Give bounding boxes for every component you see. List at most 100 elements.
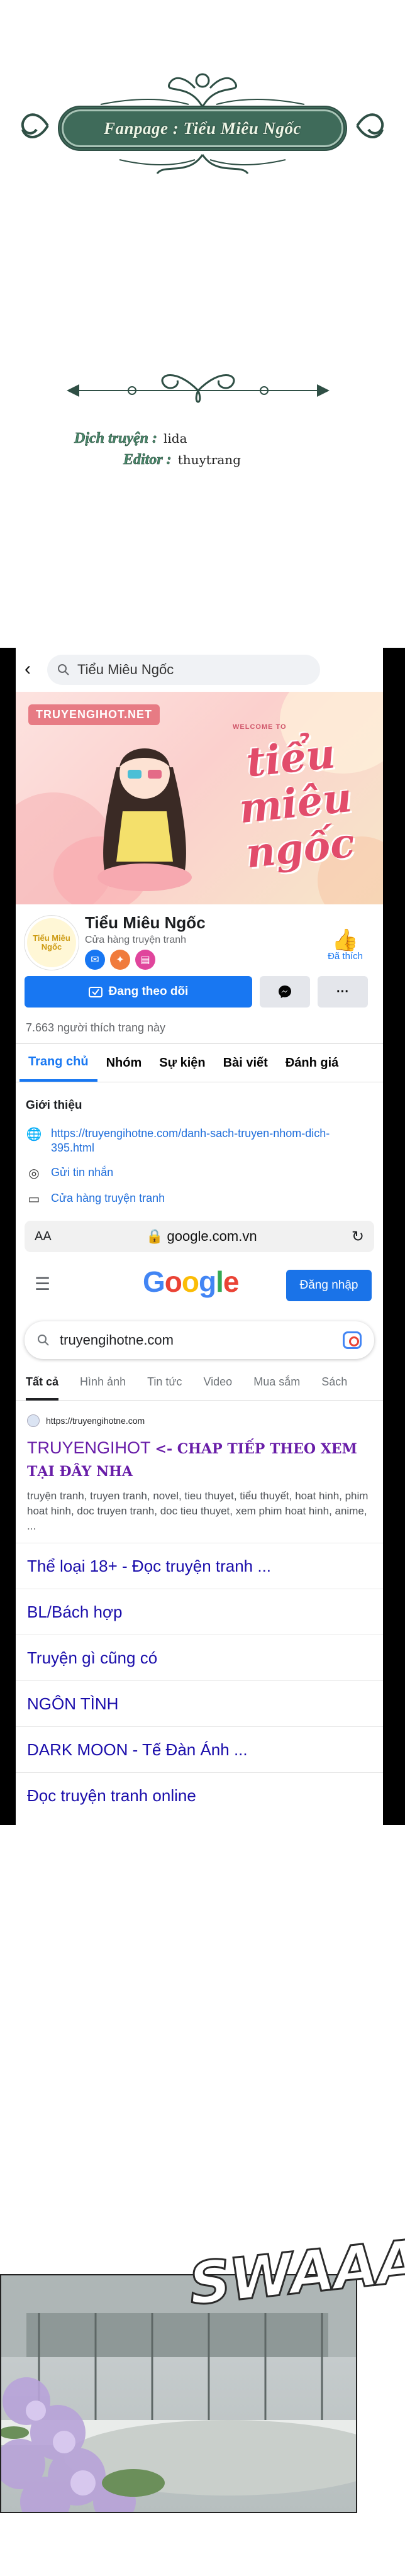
- phone-screen: ‹ Tiểu Miêu Ngốc TRUYENGIHOT.NET WELCOME…: [16, 648, 383, 1825]
- ornament-right-icon: [356, 113, 384, 138]
- google-tabs: Tất cả Hình ảnh Tin tức Video Mua sắm Sá…: [16, 1375, 383, 1401]
- translator-name: lida: [164, 431, 187, 446]
- ornament-left-icon: [21, 113, 49, 138]
- follow-label: Đang theo dõi: [108, 985, 189, 998]
- facebook-topbar: ‹ Tiểu Miêu Ngốc: [16, 648, 383, 692]
- editor-name: thuytrang: [177, 452, 241, 467]
- tab-video[interactable]: Video: [203, 1375, 232, 1400]
- category-link[interactable]: Cửa hàng truyện tranh: [51, 1191, 165, 1206]
- editor-label: Editor :: [123, 452, 172, 469]
- fanpage-plate: Fanpage : Tiểu Miêu Ngốc: [58, 106, 347, 151]
- menu-icon[interactable]: ☰: [35, 1274, 50, 1294]
- page-category: Cửa hàng truyện tranh: [85, 935, 187, 945]
- sitelink[interactable]: NGÔN TÌNH: [16, 1680, 383, 1726]
- tab-shopping[interactable]: Mua sắm: [253, 1375, 300, 1400]
- google-lens-icon[interactable]: [343, 1331, 362, 1349]
- follow-check-icon: [88, 987, 103, 997]
- send-message-link[interactable]: Gửi tin nhắn: [51, 1165, 113, 1180]
- search-result: https://truyengihotne.com TRUYENGIHOT <-…: [16, 1401, 383, 1534]
- editor-credit: Editor : thuytrang: [123, 452, 241, 469]
- cover-title: tiểu miêu ngốc: [236, 730, 357, 878]
- cover-site-tag: TRUYENGIHOT.NET: [28, 704, 160, 725]
- like-label: Đã thích: [328, 951, 363, 962]
- tab-books[interactable]: Sách: [321, 1375, 347, 1400]
- website-link[interactable]: https://truyengihotne.com/danh-sach-truy…: [51, 1126, 373, 1155]
- translator-credit: Dịch truyện : lida: [74, 430, 187, 447]
- result-title-text: TRUYENGIHOT: [27, 1438, 151, 1457]
- page-badges: ✉ ✦ ▤: [85, 950, 155, 970]
- ornament-bottom-icon: [119, 154, 286, 174]
- messenger-button[interactable]: [260, 976, 310, 1008]
- page-avatar[interactable]: Tiểu Miêu Ngốc: [25, 916, 79, 970]
- facebook-search-input[interactable]: Tiểu Miêu Ngốc: [47, 655, 320, 685]
- search-icon: [38, 1335, 49, 1346]
- url-text: google.com.vn: [167, 1228, 257, 1244]
- result-title[interactable]: TRUYENGIHOT <- CHAP TIẾP THEO XEM TẠI ĐÂ…: [27, 1437, 372, 1482]
- messenger-icon: [279, 985, 291, 998]
- lock-icon: 🔒: [145, 1228, 164, 1244]
- action-buttons: Đang theo dõi ···: [16, 974, 383, 1008]
- tab-all[interactable]: Tất cả: [26, 1375, 59, 1401]
- favicon-icon: [27, 1414, 40, 1427]
- tab-groups[interactable]: Nhóm: [97, 1044, 151, 1082]
- search-query: Tiểu Miêu Ngốc: [77, 662, 174, 677]
- sound-effect-text: SWAAA: [185, 2226, 405, 2319]
- result-url: https://truyengihotne.com: [46, 1416, 145, 1426]
- more-button[interactable]: ···: [318, 976, 368, 1008]
- logo-letter: o: [181, 1265, 199, 1298]
- page-tabs: Trang chủ Nhóm Sự kiện Bài viết Đánh giá: [16, 1043, 383, 1082]
- intro-website[interactable]: 🌐 https://truyengihotne.com/danh-sach-tr…: [16, 1121, 383, 1160]
- address-url: 🔒 google.com.vn: [146, 1228, 257, 1245]
- messenger-icon: ◎: [28, 1167, 40, 1180]
- logo-letter: e: [223, 1265, 240, 1298]
- search-icon: [58, 664, 69, 675]
- result-source[interactable]: https://truyengihotne.com: [27, 1414, 372, 1427]
- thumbs-up-icon: 👍: [331, 928, 359, 952]
- tab-home[interactable]: Trang chủ: [19, 1044, 97, 1082]
- sitelink[interactable]: Đọc truyện tranh online: [16, 1772, 383, 1818]
- globe-icon: 🌐: [26, 1128, 42, 1141]
- girl-illustration-icon: [97, 748, 192, 891]
- reader-mode-button[interactable]: AA: [35, 1230, 52, 1244]
- logo-letter: l: [216, 1265, 224, 1298]
- phone-screenshot: ‹ Tiểu Miêu Ngốc TRUYENGIHOT.NET WELCOME…: [0, 648, 405, 1825]
- page-name: Tiểu Miêu Ngốc: [85, 913, 206, 932]
- shop-badge-icon[interactable]: ▤: [135, 950, 155, 970]
- google-logo[interactable]: Google: [143, 1265, 240, 1299]
- tab-events[interactable]: Sự kiện: [150, 1044, 214, 1082]
- messenger-badge-icon[interactable]: ✉: [85, 950, 105, 970]
- cover-welcome: WELCOME TO: [233, 723, 287, 731]
- likes-count: 7.663 người thích trang này: [26, 1021, 165, 1034]
- sitelink[interactable]: Thể loại 18+ - Đọc truyện tranh ...: [16, 1543, 383, 1589]
- intro-category[interactable]: ▭ Cửa hàng truyện tranh: [16, 1186, 383, 1212]
- follow-button[interactable]: Đang theo dõi: [25, 976, 252, 1008]
- tab-reviews[interactable]: Đánh giá: [277, 1044, 347, 1082]
- sitelink[interactable]: DARK MOON - Tế Đàn Ánh ...: [16, 1726, 383, 1772]
- tab-news[interactable]: Tin tức: [147, 1375, 182, 1400]
- intro-heading: Giới thiệu: [26, 1099, 82, 1112]
- page-header: Tiểu Miêu Ngốc Tiểu Miêu Ngốc Cửa hàng t…: [16, 904, 383, 974]
- fire-badge-icon[interactable]: ✦: [110, 950, 130, 970]
- google-query: truyengihotne.com: [60, 1332, 174, 1348]
- translator-label: Dịch truyện :: [74, 430, 158, 447]
- result-description: truyện tranh, truyen tranh, novel, tieu …: [27, 1490, 369, 1532]
- tab-images[interactable]: Hình ảnh: [80, 1375, 126, 1400]
- comic-panel: [0, 2274, 357, 2513]
- cover-image: TRUYENGIHOT.NET WELCOME TO tiểu miêu ngố…: [16, 692, 383, 904]
- tab-posts[interactable]: Bài viết: [214, 1044, 277, 1082]
- fanpage-label: Fanpage : Tiểu Miêu Ngốc: [104, 118, 301, 138]
- signin-button[interactable]: Đăng nhập: [286, 1270, 372, 1301]
- logo-letter: o: [164, 1265, 182, 1298]
- like-button[interactable]: 👍 Đã thích: [320, 930, 370, 962]
- garden-scene-icon: [1, 2275, 356, 2512]
- sitelink[interactable]: Truyện gì cũng có: [16, 1635, 383, 1680]
- intro-message[interactable]: ◎ Gửi tin nhắn: [16, 1160, 383, 1186]
- browser-address-bar[interactable]: AA 🔒 google.com.vn ↻: [25, 1221, 374, 1252]
- sitelink[interactable]: BL/Bách hợp: [16, 1589, 383, 1635]
- reload-icon[interactable]: ↻: [352, 1228, 364, 1246]
- ornament-top-icon: [100, 73, 305, 108]
- back-chevron-icon[interactable]: ‹: [25, 660, 38, 679]
- sitelinks: Thể loại 18+ - Đọc truyện tranh ... BL/B…: [16, 1543, 383, 1818]
- divider-flourish-icon: [67, 374, 330, 403]
- google-search-input[interactable]: truyengihotne.com: [25, 1321, 374, 1359]
